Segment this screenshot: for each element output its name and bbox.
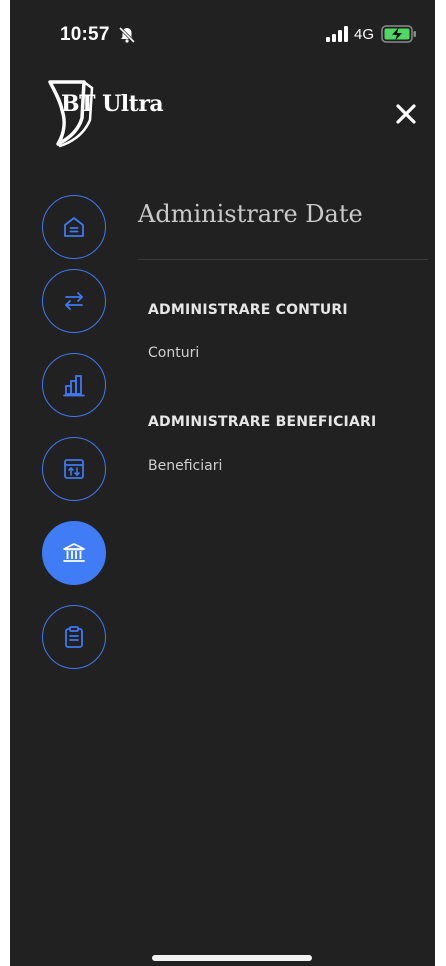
title-divider (138, 259, 428, 260)
bell-slash-icon (118, 26, 136, 44)
clipboard-icon (65, 626, 83, 648)
exchange-calendar-icon (64, 459, 84, 479)
phone-screen: 10:57 4G BT Ultra Administrare Date ADMI… (10, 0, 435, 966)
transfer-arrows-icon (65, 292, 83, 310)
nav-data-admin-button[interactable] (42, 521, 106, 585)
nav-transfers-button[interactable] (42, 269, 106, 333)
page-title: Administrare Date (138, 200, 363, 228)
beneficiaries-link[interactable]: Beneficiari (148, 458, 222, 474)
nav-home-button[interactable] (42, 195, 106, 259)
battery-charging-icon (381, 25, 416, 43)
bar-chart-icon (63, 375, 85, 397)
network-label: 4G (354, 26, 375, 43)
accounts-link[interactable]: Conturi (148, 345, 199, 361)
nav-exchange-button[interactable] (42, 437, 106, 501)
home-icon (64, 217, 84, 237)
side-nav (40, 0, 110, 700)
bank-icon (63, 543, 85, 562)
accounts-group-heading: ADMINISTRARE CONTURI (148, 302, 348, 318)
close-icon[interactable] (392, 100, 420, 128)
nav-reports-button[interactable] (42, 353, 106, 417)
signal-icon (326, 26, 348, 42)
nav-documents-button[interactable] (42, 605, 106, 669)
beneficiaries-group-heading: ADMINISTRARE BENEFICIARI (148, 414, 377, 430)
home-indicator[interactable] (152, 955, 312, 961)
